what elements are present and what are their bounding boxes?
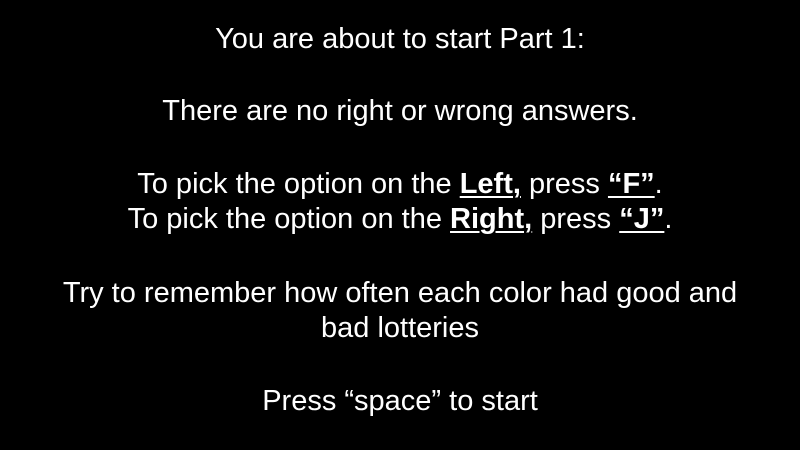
part-title: You are about to start Part 1: [215,23,585,55]
left-suffix-text: . [654,168,663,200]
remember-instruction-line-1: Try to remember how often each color had… [62,277,738,309]
right-side-label: Right, [450,203,533,235]
right-suffix-text: . [664,203,673,235]
left-option-instruction: To pick the option on the Left, press “F… [0,167,800,201]
right-option-instruction: To pick the option on the Right, press “… [0,202,800,236]
right-key-label: “J” [619,203,665,235]
left-side-label: Left, [459,168,521,200]
remember-instruction-line-2: bad lotteries [321,312,479,344]
no-right-wrong-text: There are no right or wrong answers. [162,95,638,127]
right-prefix-text: To pick the option on the [127,203,451,235]
instruction-screen: You are about to start Part 1: There are… [0,0,800,450]
left-prefix-text: To pick the option on the [137,168,460,200]
left-key-label: “F” [607,168,655,200]
right-middle-text: press [532,203,620,235]
start-prompt: Press “space” to start [262,385,538,417]
left-middle-text: press [520,168,608,200]
